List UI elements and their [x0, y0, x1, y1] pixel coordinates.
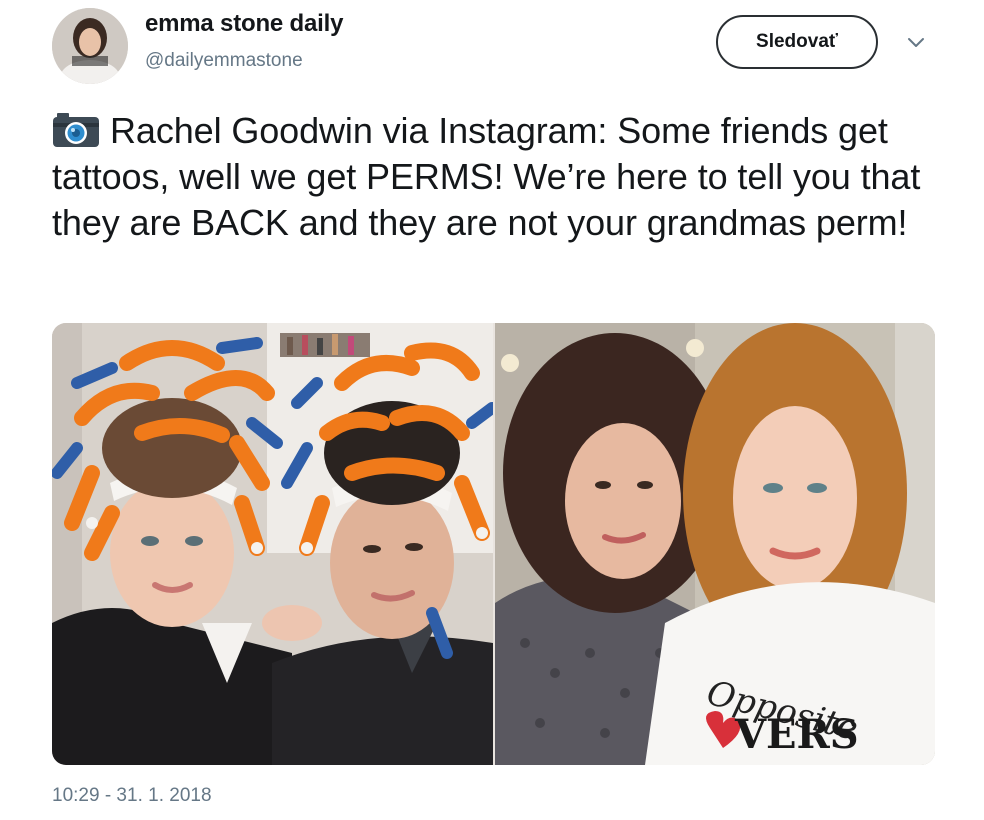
tweet-timestamp[interactable]: 10:29 - 31. 1. 2018 [52, 785, 212, 807]
photo-curly-hair-selfie[interactable]: Opposite VERS [495, 323, 935, 765]
photo-perm-rollers[interactable] [52, 323, 493, 765]
shirt-text-line2: VERS [734, 711, 859, 758]
author-display-name[interactable]: emma stone daily [145, 10, 343, 38]
tweet-text: Rachel Goodwin via Instagram: Some frien… [52, 110, 921, 243]
tweet-text-block: Rachel Goodwin via Instagram: Some frien… [52, 108, 962, 246]
chevron-down-icon[interactable] [904, 30, 928, 54]
tweet-header: emma stone daily @dailyemmastone Sledova… [0, 0, 984, 90]
camera-icon [52, 112, 100, 148]
avatar[interactable] [52, 8, 128, 84]
tweet-media[interactable]: Opposite VERS [52, 323, 935, 765]
follow-button[interactable]: Sledovať [716, 15, 878, 69]
author-handle[interactable]: @dailyemmastone [145, 50, 303, 72]
